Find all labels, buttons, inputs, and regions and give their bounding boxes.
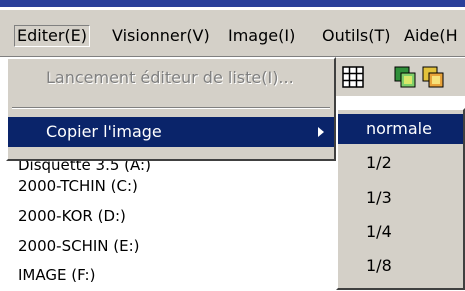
menu-item-copier-image[interactable]: Copier l'image [8,117,334,147]
menu-item-lancement-editeur[interactable]: Lancement éditeur de liste(I)... [8,63,334,93]
submenu-item-normale[interactable]: normale [338,114,463,144]
title-bar [0,0,465,7]
menu-image[interactable]: Image(I) [226,26,297,46]
submenu-item-label: normale [366,119,432,138]
menu-item-label: Copier l'image [46,122,162,141]
list-item[interactable]: IMAGE (F:) [18,265,95,285]
menu-separator [12,107,330,109]
submenu-item-label: 1/2 [366,153,392,172]
submenu-item-1-4[interactable]: 1/4 [338,217,463,247]
menu-editer[interactable]: Editer(E) [14,25,90,47]
list-item[interactable]: 2000-KOR (D:) [18,206,126,226]
submenu-item-label: 1/3 [366,188,392,207]
editer-dropdown-menu: Lancement éditeur de liste(I)... Copier … [6,57,336,161]
menu-item-label: Lancement éditeur de liste(I)... [46,68,294,87]
submenu-item-label: 1/8 [366,256,392,275]
submenu-item-1-2[interactable]: 1/2 [338,148,463,178]
list-item[interactable]: 2000-SCHIN (E:) [18,236,140,256]
submenu-arrow-icon [318,127,324,137]
menu-visionner[interactable]: Visionner(V) [110,26,212,46]
title-strip [0,0,465,10]
submenu-item-1-3[interactable]: 1/3 [338,183,463,213]
list-item[interactable]: 2000-TCHIN (C:) [18,176,138,196]
submenu-item-label: 1/4 [366,222,392,241]
submenu-item-1-8[interactable]: 1/8 [338,251,463,281]
menu-aide[interactable]: Aide(H [402,26,460,46]
copier-image-submenu: normale 1/2 1/3 1/4 1/8 [336,108,465,290]
menu-bar: Editer(E) Visionner(V) Image(I) Outils(T… [0,10,465,57]
menu-outils[interactable]: Outils(T) [320,26,393,46]
